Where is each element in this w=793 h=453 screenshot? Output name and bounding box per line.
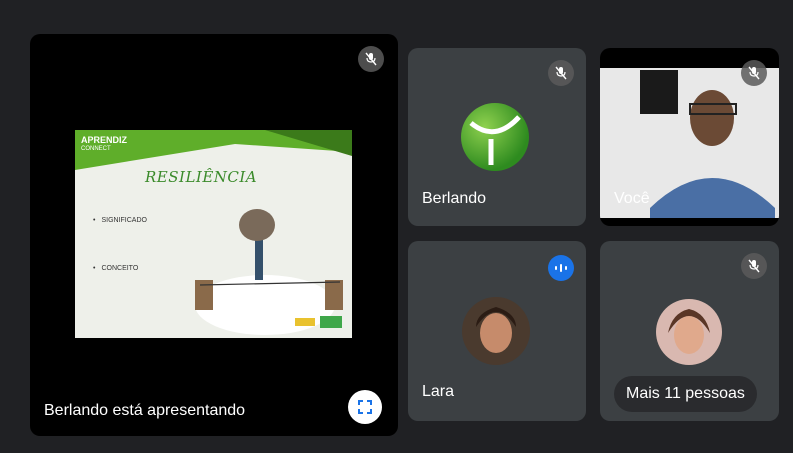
participant-tile-berlando[interactable]: Berlando — [408, 48, 586, 226]
avatar — [461, 103, 529, 171]
slide-title: RESILIÊNCIA — [145, 168, 258, 186]
avatar — [656, 299, 722, 365]
participant-tile-self[interactable]: Você — [600, 48, 779, 226]
participant-name: Berlando — [422, 190, 487, 207]
presentation-tile[interactable]: APRENDIZ CONNECT RESILIÊNCIA SIGNIFICADO… — [30, 34, 398, 436]
mic-off-icon — [548, 60, 574, 86]
shared-slide: APRENDIZ CONNECT RESILIÊNCIA SIGNIFICADO… — [75, 130, 352, 338]
participant-name: Você — [614, 190, 650, 207]
fullscreen-button[interactable] — [348, 390, 382, 424]
fullscreen-icon — [358, 400, 372, 414]
avatar — [462, 297, 530, 365]
speaking-indicator-icon — [548, 255, 574, 281]
mic-off-icon — [741, 253, 767, 279]
participant-tile-lara[interactable]: Lara — [408, 241, 586, 421]
slide-bullet: CONCEITO — [93, 265, 138, 272]
more-participants-pill[interactable]: Mais 11 pessoas — [614, 376, 757, 412]
slide-brand: APRENDIZ CONNECT — [81, 135, 128, 153]
participant-name: Lara — [422, 383, 455, 400]
presenter-label: Berlando está apresentando — [44, 402, 246, 419]
slide-bullet: SIGNIFICADO — [93, 217, 147, 224]
more-participants-tile[interactable]: Mais 11 pessoas — [600, 241, 779, 421]
mic-off-icon — [741, 60, 767, 86]
mic-off-icon — [358, 46, 384, 72]
